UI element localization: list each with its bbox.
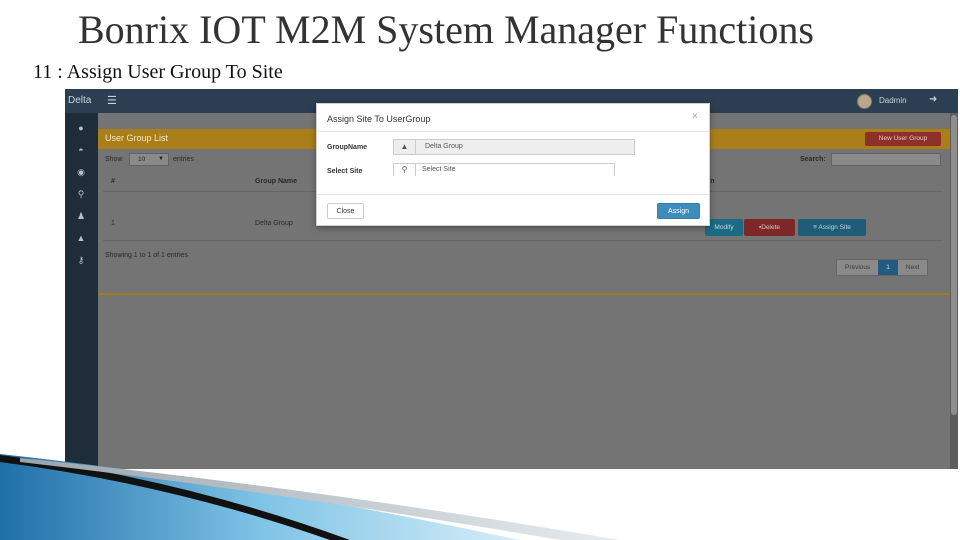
column-header-group-name[interactable]: Group Name [255,178,297,185]
avatar[interactable] [857,94,872,109]
group-name-label: GroupName [327,144,368,151]
delete-label: Delete [761,224,781,231]
new-user-group-button[interactable]: New User Group [865,132,941,146]
search-label: Search: [800,156,826,163]
database-icon[interactable]: ◉ [73,165,89,179]
scrollbar[interactable] [950,113,958,469]
pagination-next[interactable]: Next [897,260,928,275]
table-divider [103,240,943,241]
pagination-previous[interactable]: Previous [837,260,879,275]
pagination-page-1[interactable]: 1 [878,260,898,275]
select-site-placeholder: Select Site [422,166,456,173]
users-icon[interactable]: ♟ [73,209,89,223]
assign-site-button[interactable]: ≡ Assign Site [798,219,866,236]
select-site-label: Select Site [327,168,363,175]
user-name[interactable]: Dadmin [879,96,907,105]
show-label: Show [105,156,123,163]
modal-header-divider [317,131,709,132]
close-button[interactable]: Close [327,203,364,219]
scrollbar-thumb[interactable] [951,115,957,415]
sitemap-icon: ⚲ [394,164,416,176]
caret-down-icon: ▼ [158,156,164,162]
search-input[interactable] [831,153,941,166]
sitemap-icon[interactable]: ⚲ [73,187,89,201]
slide-subtitle: 11 : Assign User Group To Site [33,61,283,83]
pagination: Previous 1 Next [836,259,929,276]
assign-site-label: Assign Site [818,224,851,231]
slide-title: Bonrix IOT M2M System Manager Functions [78,7,814,52]
cell-group-name: Delta Group [255,220,293,227]
decorative-swoosh [0,454,620,540]
group-name-value: Delta Group [425,143,463,150]
modify-button[interactable]: Modify [705,219,743,236]
modal-title: Assign Site To UserGroup [327,114,431,124]
column-header-id[interactable]: # [111,178,115,185]
assign-button[interactable]: Assign [657,203,700,219]
modal-footer-divider [317,194,709,195]
select-site-dropdown[interactable]: ⚲ Select Site [393,163,615,176]
dashboard-icon[interactable]: ◓ [73,143,89,157]
close-icon[interactable]: × [692,111,698,122]
entries-select[interactable]: 10 ▼ [129,153,169,166]
delete-button[interactable]: ▪Delete [744,219,795,236]
entries-label: entries [173,156,195,163]
sidebar: ● ◓ ◉ ⚲ ♟ ▲ ⚷ [65,113,98,469]
bell-icon[interactable]: ▲ [73,231,89,245]
panel-footer-line [98,293,950,295]
assign-site-modal: Assign Site To UserGroup × GroupName ▲ D… [316,103,710,226]
user-icon[interactable]: ● [73,121,89,135]
brand-logo[interactable]: Delta [68,95,91,106]
group-name-field: ▲ Delta Group [393,139,635,155]
logout-icon[interactable]: ➜ [929,94,937,105]
showing-info: Showing 1 to 1 of 1 entries [105,252,188,259]
slide: Bonrix IOT M2M System Manager Functions … [0,0,960,540]
panel-title: User Group List [105,133,169,143]
user-icon: ▲ [394,140,416,154]
key-icon[interactable]: ⚷ [73,253,89,267]
entries-select-value: 10 [138,156,146,163]
menu-toggle-icon[interactable]: ☰ [107,94,119,108]
cell-id: 1 [111,220,115,227]
